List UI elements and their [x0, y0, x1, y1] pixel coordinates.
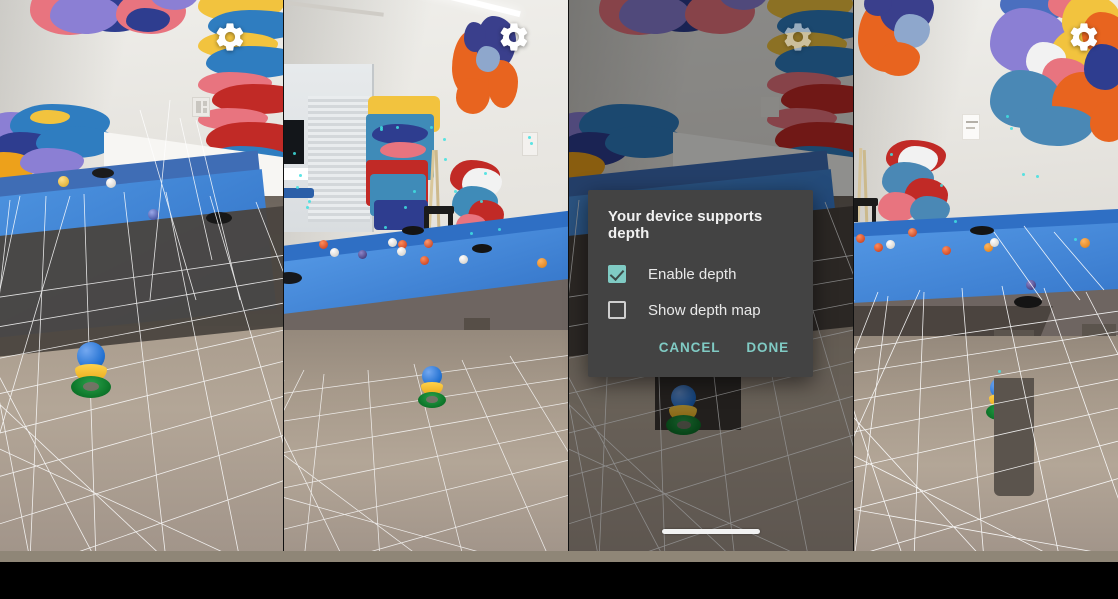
- feature-point: [484, 172, 487, 175]
- pool-ball: [388, 238, 397, 247]
- occluder-table-leg-4: [994, 378, 1034, 496]
- feature-point: [443, 138, 446, 141]
- table-pocket-2b: [472, 244, 492, 253]
- feature-point: [890, 153, 893, 156]
- window-blinds-2: [308, 96, 370, 222]
- depth-settings-dialog[interactable]: Your device supports depth Enable depth …: [588, 190, 813, 377]
- enable-depth-label: Enable depth: [648, 265, 737, 283]
- panel-separator: [283, 0, 284, 551]
- pool-ball: [106, 178, 116, 188]
- show-depth-map-label: Show depth map: [648, 301, 761, 319]
- feature-point: [1074, 238, 1077, 241]
- bottom-strip: [0, 551, 1118, 562]
- wall-art-4c: [876, 140, 952, 226]
- dialog-title: Your device supports depth: [608, 208, 763, 242]
- feature-point: [454, 190, 457, 193]
- pool-ball: [886, 240, 895, 249]
- feature-point: [530, 142, 533, 145]
- feature-point: [444, 158, 447, 161]
- wall-art-1a: [30, 0, 200, 60]
- table-pocket-2: [206, 212, 232, 224]
- pool-ball: [319, 240, 328, 249]
- done-button[interactable]: DONE: [742, 334, 793, 361]
- wall-sign-4: [962, 114, 980, 140]
- settings-gear-icon[interactable]: [497, 20, 531, 54]
- pool-ball: [1080, 238, 1090, 248]
- cancel-button[interactable]: CANCEL: [655, 334, 725, 361]
- wall-art-4a: [858, 0, 940, 90]
- ar-panel-1[interactable]: [0, 0, 283, 551]
- pool-ball: [942, 246, 951, 255]
- settings-gear-icon[interactable]: [213, 20, 247, 54]
- feature-point: [528, 136, 531, 139]
- pool-ball: [459, 255, 468, 264]
- feature-point: [998, 370, 1001, 373]
- feature-point: [299, 174, 302, 177]
- feature-point: [498, 228, 501, 231]
- camera-feed-4: [854, 0, 1118, 551]
- feature-point: [1036, 175, 1039, 178]
- wall-outlet-1: [192, 97, 210, 117]
- pool-ball: [330, 248, 339, 257]
- dark-monitor-2: [284, 120, 304, 164]
- pool-ball: [990, 238, 999, 247]
- settings-gear-icon[interactable]: [781, 20, 815, 54]
- feature-point: [396, 126, 399, 129]
- feature-point: [480, 200, 483, 203]
- ar-marker-object-1[interactable]: [70, 342, 112, 398]
- feature-point: [940, 184, 943, 187]
- feature-point: [1006, 115, 1009, 118]
- show-depth-map-checkbox[interactable]: [608, 301, 626, 319]
- feature-point: [306, 206, 309, 209]
- blue-object-2: [284, 188, 314, 198]
- feature-point: [1010, 127, 1013, 130]
- feature-point: [404, 206, 407, 209]
- settings-gear-icon[interactable]: [1067, 20, 1101, 54]
- table-pocket-4: [970, 226, 994, 235]
- option-row-show-depth-map[interactable]: Show depth map: [608, 292, 795, 328]
- feature-point: [380, 128, 383, 131]
- desk-surface-2: [284, 168, 308, 180]
- pool-ball: [58, 176, 69, 187]
- ar-panel-4[interactable]: [854, 0, 1118, 551]
- dialog-actions: CANCEL DONE: [606, 328, 795, 369]
- feature-point: [413, 190, 416, 193]
- pool-ball: [856, 234, 865, 243]
- feature-point: [296, 186, 299, 189]
- table-pocket-1: [92, 168, 114, 178]
- pool-ball: [148, 209, 159, 220]
- pool-ball: [908, 228, 917, 237]
- room-floor-4: [854, 336, 1118, 551]
- home-indicator[interactable]: [662, 529, 760, 534]
- panel-separator: [568, 0, 569, 551]
- pool-ball: [1026, 280, 1036, 290]
- pool-ball: [358, 250, 367, 259]
- cue-rack-leg-4: [854, 204, 858, 222]
- room-floor-2: [284, 330, 568, 551]
- panel-separator: [853, 0, 854, 551]
- feature-point: [308, 200, 311, 203]
- bottom-black-bar: [0, 562, 1118, 599]
- feature-point: [384, 226, 387, 229]
- ar-marker-object-2[interactable]: [417, 366, 447, 408]
- enable-depth-checkbox[interactable]: [608, 265, 626, 283]
- camera-feed-2: [284, 0, 568, 551]
- ar-panel-2[interactable]: [284, 0, 568, 551]
- cue-rack-leg-4: [872, 204, 876, 222]
- option-row-enable-depth[interactable]: Enable depth: [608, 256, 795, 292]
- screenshot-root: Your device supports depth Enable depth …: [0, 0, 1118, 599]
- feature-point: [1022, 173, 1025, 176]
- table-pocket-2a: [402, 226, 424, 235]
- pool-ball: [420, 256, 429, 265]
- pool-ball: [397, 247, 406, 256]
- camera-feed-1: [0, 0, 283, 551]
- feature-point: [470, 232, 473, 235]
- table-pocket-4: [1014, 296, 1042, 308]
- feature-point: [954, 220, 957, 223]
- feature-point: [430, 126, 433, 129]
- pool-ball: [874, 243, 883, 252]
- feature-point: [293, 152, 296, 155]
- pool-ball: [424, 239, 433, 248]
- pool-ball: [537, 258, 547, 268]
